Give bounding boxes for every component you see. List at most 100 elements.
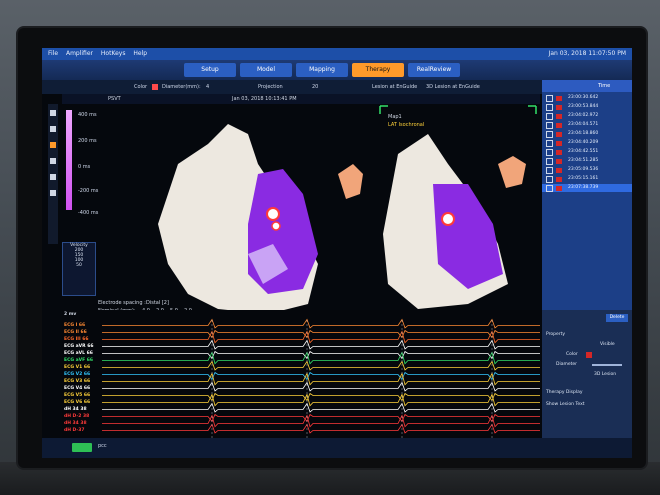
lesion-time: 23:07:38.739 (568, 185, 599, 190)
lesion-row[interactable]: 23:04:18.860 (542, 130, 632, 138)
lesion-time: 23:04:18.860 (568, 131, 599, 136)
lesion-tool-icon[interactable] (50, 142, 56, 148)
workflow-tab-bar: Setup Model Mapping Therapy RealReview (42, 60, 632, 80)
scale-tick: 0 ms (78, 164, 91, 170)
ecg-channel-label: ECG aVF 66 (64, 357, 94, 363)
footer-label: pcc (98, 443, 107, 449)
lesion-row[interactable]: 23:00:53.844 (542, 103, 632, 111)
left-activation-region (248, 169, 318, 294)
tab-therapy[interactable]: Therapy (352, 63, 404, 77)
lesion-visible-checkbox[interactable] (546, 95, 553, 102)
menu-file[interactable]: File (48, 50, 58, 57)
lesion-marker-icon[interactable] (271, 221, 281, 231)
visible-checkbox[interactable]: Visible (600, 342, 615, 347)
lesion-row[interactable]: 23:05:15.161 (542, 175, 632, 183)
measure-tool-icon[interactable] (50, 190, 56, 196)
lesion-visible-checkbox[interactable] (546, 158, 553, 165)
ecg-trace (102, 393, 540, 407)
ecg-trace (102, 413, 540, 423)
ecg-channel-label: ECG III 66 (64, 336, 89, 342)
pan-tool-icon[interactable] (50, 158, 56, 164)
lesion-marker-icon[interactable] (441, 212, 455, 226)
map-view-left[interactable] (158, 124, 363, 314)
tab-model[interactable]: Model (240, 63, 292, 77)
cardiac-map-views[interactable]: Map1 LAT Isochronal Electrode spacing : … (98, 104, 538, 320)
diameter-value[interactable]: 4 (206, 80, 209, 94)
lesion-row[interactable]: 23:04:04.571 (542, 121, 632, 129)
ecg-trace (102, 351, 540, 365)
ecg-trace (102, 392, 540, 402)
ecg-trace (102, 371, 540, 381)
lesion-time: 23:04:51.285 (568, 158, 599, 163)
ecg-trace (102, 329, 540, 339)
velocity-value: 50 (76, 263, 82, 268)
confirm-button[interactable] (72, 443, 92, 452)
map-view-right[interactable] (378, 104, 538, 320)
lesion-visible-checkbox[interactable] (546, 131, 553, 138)
zoom-tool-icon[interactable] (50, 174, 56, 180)
lesion-row[interactable]: 23:00:30.642 (542, 94, 632, 102)
lesion-color-swatch (556, 104, 562, 110)
tab-realreview[interactable]: RealReview (408, 63, 460, 77)
map-type: LAT Isochronal (388, 122, 424, 128)
lesion-visible-checkbox[interactable] (546, 176, 553, 183)
diameter-label: Diameter (556, 362, 578, 367)
scale-tick: -400 ms (78, 210, 99, 216)
diameter-label: Diameter(mm): (162, 84, 201, 90)
electrode-spacing-value[interactable]: Distal [2] (146, 300, 169, 306)
menu-bar: File Amplifier HotKeys Help Jan 03, 2018… (42, 48, 632, 60)
ecg-channel-label: ECG aVL 66 (64, 350, 93, 356)
electrode-spacing-label: Electrode spacing : (98, 300, 146, 306)
scale-tick: -200 ms (78, 188, 99, 194)
lesion-time: 23:04:02.972 (568, 113, 599, 118)
menu-help[interactable]: Help (133, 50, 147, 57)
lesion-row[interactable]: 23:04:51.285 (542, 157, 632, 165)
map-toolbar: Color Diameter(mm): 4 Projection 20 Lesi… (42, 80, 542, 94)
lesion-visible-checkbox[interactable] (546, 149, 553, 156)
tab-mapping[interactable]: Mapping (296, 63, 348, 77)
ecg-trace (102, 360, 540, 371)
delete-button[interactable]: Delete (606, 314, 628, 322)
lesion-visible-checkbox[interactable] (546, 113, 553, 120)
lesion-list-header: Time (542, 80, 632, 92)
ecg-trace (102, 330, 540, 344)
lesion-row[interactable]: 23:04:02.972 (542, 112, 632, 120)
lesion3d-checkbox[interactable]: 3D Lesion (594, 372, 616, 377)
lesion-visible-checkbox[interactable] (546, 167, 553, 174)
diameter-slider[interactable] (592, 364, 622, 366)
lesion-visible-checkbox[interactable] (546, 122, 553, 129)
ecg-channel-label: dH D-2 38 (64, 413, 90, 419)
show-lesion-text-toggle[interactable]: Show Lesion Text (546, 402, 585, 407)
property-title: Property (546, 332, 566, 337)
color-swatch[interactable] (152, 84, 158, 90)
lesion-marker-icon[interactable] (266, 207, 280, 221)
lesion-row[interactable]: 23:07:38.739 (542, 184, 632, 192)
lesion-time: 23:05:09.536 (568, 167, 599, 172)
select-tool-icon[interactable] (50, 110, 56, 116)
lesion-visible-checkbox[interactable] (546, 104, 553, 111)
projection-value[interactable]: 20 (312, 80, 318, 94)
lesion-row[interactable]: 23:04:40.209 (542, 139, 632, 147)
lesion-color-swatch (556, 131, 562, 137)
ecg-channel-label: dH D-37 (64, 427, 85, 433)
ecg-channel-label: dH 34 38 (64, 420, 87, 426)
lesion3d-enguide-button[interactable]: 3D Lesion at EnGuide (426, 80, 480, 94)
lesion-enguide-button[interactable]: Lesion at EnGuide (372, 80, 417, 94)
lesion-visible-checkbox[interactable] (546, 140, 553, 147)
projection-label: Projection (258, 84, 283, 90)
velocity-scale: Velocity 200 150 100 50 (62, 242, 96, 296)
menu-hotkeys[interactable]: HotKeys (101, 50, 126, 57)
rotate-tool-icon[interactable] (50, 126, 56, 132)
menu-amplifier[interactable]: Amplifier (66, 50, 93, 57)
lesion-visible-checkbox[interactable] (546, 185, 553, 192)
ecg-channel-label: ECG II 66 (64, 329, 87, 335)
lesion-color-swatch[interactable] (586, 352, 592, 358)
lesion-row[interactable]: 23:04:42.551 (542, 148, 632, 156)
tab-setup[interactable]: Setup (184, 63, 236, 77)
therapy-display-label: Therapy Display (546, 390, 583, 395)
time-column-header[interactable]: Time (598, 80, 610, 92)
lesion-time: 23:04:04.571 (568, 122, 599, 127)
ecg-trace (102, 402, 540, 413)
lesion-row[interactable]: 23:05:09.536 (542, 166, 632, 174)
orientation-torso-icon (338, 164, 363, 199)
